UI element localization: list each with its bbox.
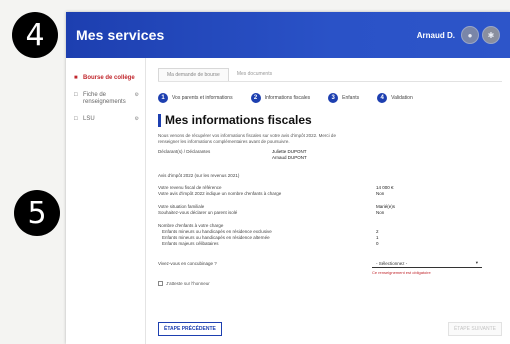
concubinage-select[interactable]: - Sélectionnez - ▾ <box>372 259 482 268</box>
step-label: Vos parents et informations <box>172 95 233 101</box>
attestation-row: J'atteste sur l'honneur <box>158 281 502 286</box>
attestation-label: J'atteste sur l'honneur <box>166 281 210 286</box>
sidebar-item-label: Fiche de renseignements <box>83 92 126 105</box>
document-icon: □ <box>74 116 78 122</box>
avatar[interactable]: ● <box>461 26 479 44</box>
declarant-name: Arnaud DUPONT <box>272 155 307 160</box>
declarants-row: Déclarant(s) / Déclarantes Juliette DUPO… <box>158 149 502 161</box>
row-label: Votre avis d'impôt 2022 indique un nombr… <box>158 191 282 196</box>
tab-documents[interactable]: Mes documents <box>229 68 280 81</box>
settings-avatar[interactable]: ✱ <box>482 26 500 44</box>
document-icon: □ <box>74 92 78 98</box>
step-1: 1 Vos parents et informations <box>158 93 233 103</box>
step-2: 2 Informations fiscales <box>250 93 311 103</box>
app-window: Mes services Arnaud D. ● ✱ ■ Bourse de c… <box>66 12 510 344</box>
concubinage-question: Vivez-vous en concubinage ? <box>158 261 217 266</box>
declarants-names: Juliette DUPONT Arnaud DUPONT <box>272 149 307 161</box>
settings-icon: ⚙ <box>134 116 139 122</box>
intro-text: Nous venons de récupérer vos information… <box>158 133 336 144</box>
attestation-checkbox[interactable] <box>158 281 163 286</box>
app-title[interactable]: Mes services <box>76 27 164 43</box>
tax-notice-heading: Avis d'impôt 2022 (sur les revenus 2021) <box>158 173 240 178</box>
row-value: Non <box>376 210 385 215</box>
sidebar-item-fiche[interactable]: □ Fiche de renseignements ⚙ <box>66 87 145 111</box>
row-label: Enfants majeurs célibataires <box>162 241 219 246</box>
annotation-badge-4: 4 <box>12 12 58 58</box>
step-number: 3 <box>328 93 339 103</box>
form-actions: ÉTAPE PRÉCÉDENTE ÉTAPE SUIVANTE <box>158 322 502 336</box>
step-4: 4 Validation <box>377 93 413 103</box>
main-content: Ma demande de bourse Mes documents 1 Vos… <box>158 58 502 344</box>
step-label: Enfants <box>342 95 360 101</box>
settings-icon: ⚙ <box>134 92 139 98</box>
family-row: Souhaitez-vous déclarer un parent isolé … <box>158 210 502 216</box>
select-value: - Sélectionnez - <box>376 260 408 266</box>
row-value: Non <box>376 191 385 196</box>
required-hint: Ce renseignement est obligatoire <box>372 270 431 275</box>
previous-step-button[interactable]: ÉTAPE PRÉCÉDENTE <box>158 322 222 336</box>
bullet-icon: ■ <box>74 75 78 81</box>
concubinage-row: Vivez-vous en concubinage ? - Sélectionn… <box>158 259 502 268</box>
children-block: Nombre d'enfants à votre charge Enfants … <box>158 223 502 247</box>
row-value: 0 <box>376 241 379 246</box>
row-label: Souhaitez-vous déclarer un parent isolé <box>158 210 238 215</box>
step-3: 3 Enfants <box>328 93 359 103</box>
family-block: Votre situation familiale Marié(e)s Souh… <box>158 204 502 216</box>
step-number: 4 <box>377 93 388 103</box>
step-label: Validation <box>391 95 413 101</box>
stepper: 1 Vos parents et informations 2 Informat… <box>158 92 502 104</box>
annotation-badge-5: 5 <box>14 190 60 236</box>
tab-demande[interactable]: Ma demande de bourse <box>158 68 229 81</box>
sidebar: ■ Bourse de collège □ Fiche de renseigne… <box>66 58 146 344</box>
chevron-down-icon: ▾ <box>475 260 478 265</box>
income-block: Votre revenu fiscal de référence 14 000 … <box>158 185 502 197</box>
top-bar: Mes services Arnaud D. ● ✱ <box>66 12 510 58</box>
page-title: Mes informations fiscales <box>158 114 502 127</box>
sidebar-item-lsu[interactable]: □ LSU ⚙ <box>66 111 145 128</box>
step-number: 2 <box>250 93 261 103</box>
sidebar-item-label: LSU <box>83 116 95 122</box>
step-label: Informations fiscales <box>264 95 311 101</box>
user-icon: ● <box>467 30 473 40</box>
children-row: Enfants majeurs célibataires 0 <box>158 241 502 247</box>
step-number: 1 <box>158 93 168 103</box>
user-name[interactable]: Arnaud D. <box>417 31 455 40</box>
gear-icon: ✱ <box>487 30 495 40</box>
declarants-label: Déclarant(s) / Déclarantes <box>158 149 211 154</box>
next-step-button[interactable]: ÉTAPE SUIVANTE <box>447 322 502 336</box>
income-row: Votre avis d'impôt 2022 indique un nombr… <box>158 191 502 197</box>
sidebar-item-bourse[interactable]: ■ Bourse de collège <box>66 70 145 87</box>
tab-bar: Ma demande de bourse Mes documents <box>158 68 502 82</box>
sidebar-item-label: Bourse de collège <box>83 75 135 81</box>
